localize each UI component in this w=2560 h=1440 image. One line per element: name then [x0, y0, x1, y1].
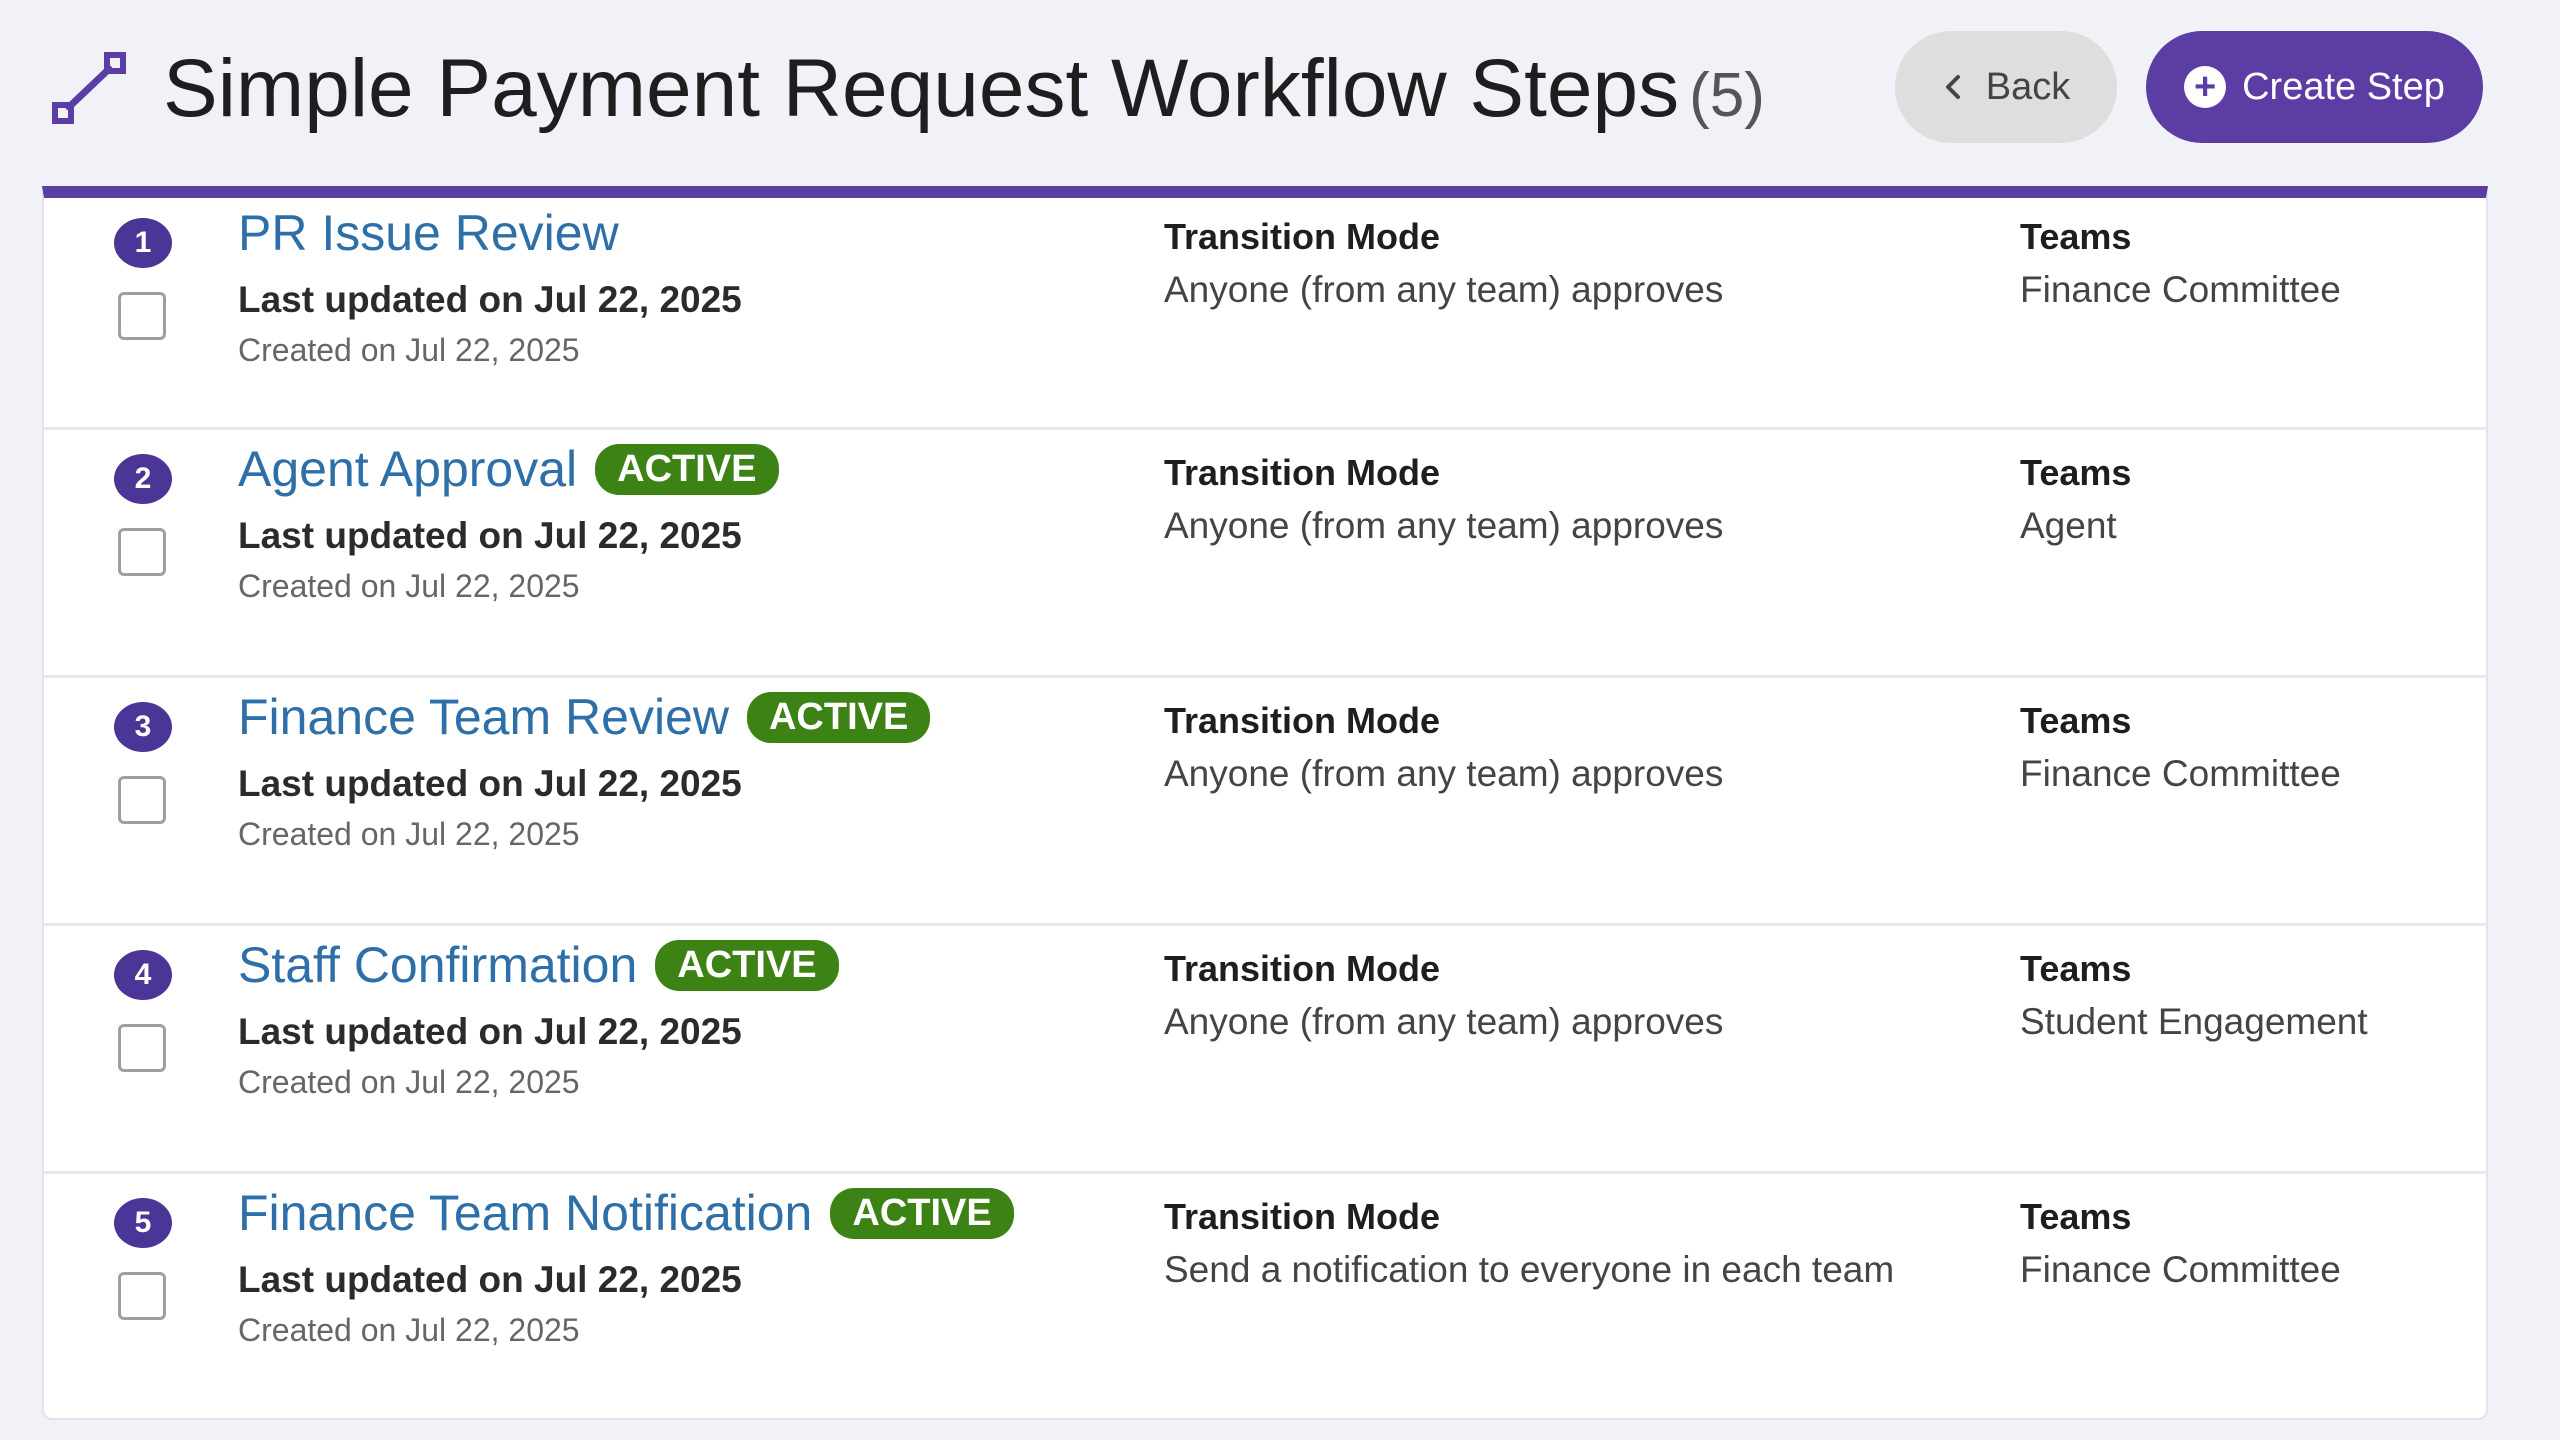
- back-button[interactable]: Back: [1895, 31, 2117, 143]
- teams-value: Finance Committee: [2020, 269, 2341, 310]
- teams-label: Teams: [2020, 948, 2132, 989]
- step-last-updated: Last updated on Jul 22, 2025: [238, 763, 742, 804]
- teams-label: Teams: [2020, 452, 2132, 493]
- step-checkbox[interactable]: [118, 776, 166, 824]
- teams-value: Student Engagement: [2020, 1001, 2368, 1042]
- teams-label: Teams: [2020, 700, 2132, 741]
- step-count: (5): [1689, 61, 1765, 130]
- page-title: Simple Payment Request Workflow Steps (5): [163, 42, 1765, 136]
- step-created: Created on Jul 22, 2025: [238, 568, 580, 604]
- back-button-label: Back: [1985, 65, 2071, 108]
- step-number-badge: 3: [114, 702, 172, 752]
- step-last-updated: Last updated on Jul 22, 2025: [238, 1259, 742, 1300]
- step-last-updated: Last updated on Jul 22, 2025: [238, 279, 742, 320]
- teams-value: Finance Committee: [2020, 1249, 2341, 1290]
- step-name-link[interactable]: Staff Confirmation: [238, 936, 637, 994]
- step-last-updated: Last updated on Jul 22, 2025: [238, 515, 742, 556]
- step-name-link[interactable]: Finance Team Notification: [238, 1184, 812, 1242]
- status-badge: ACTIVE: [595, 443, 779, 495]
- step-number-badge: 1: [114, 218, 172, 268]
- workflow-connector-icon: [52, 52, 126, 124]
- step-number-badge: 2: [114, 454, 172, 504]
- status-badge: ACTIVE: [655, 939, 839, 991]
- status-badge: ACTIVE: [746, 691, 931, 743]
- step-created: Created on Jul 22, 2025: [238, 1064, 580, 1100]
- page-header: Simple Payment Request Workflow Steps (5)…: [0, 0, 2560, 190]
- step-checkbox[interactable]: [118, 528, 166, 576]
- step-title-line: Finance Team Notification ACTIVE: [238, 1184, 1014, 1242]
- transition-mode-label: Transition Mode: [1164, 216, 1441, 257]
- step-name-link[interactable]: Finance Team Review: [238, 688, 729, 746]
- status-badge: ACTIVE: [830, 1187, 1014, 1239]
- step-created: Created on Jul 22, 2025: [238, 816, 580, 852]
- step-name-link[interactable]: PR Issue Review: [238, 204, 619, 262]
- chevron-left-icon: [1945, 75, 1960, 99]
- step-row: 5 Finance Team Notification ACTIVE Last …: [44, 1174, 2486, 1418]
- step-checkbox[interactable]: [118, 1024, 166, 1072]
- step-checkbox[interactable]: [118, 292, 166, 340]
- transition-mode-label: Transition Mode: [1164, 700, 1441, 741]
- transition-mode-value: Anyone (from any team) approves: [1164, 753, 1724, 794]
- page-title-text: Simple Payment Request Workflow Steps: [163, 43, 1680, 134]
- teams-value: Agent: [2020, 505, 2117, 546]
- transition-mode-value: Anyone (from any team) approves: [1164, 269, 1724, 310]
- step-row: 4 Staff Confirmation ACTIVE Last updated…: [44, 926, 2486, 1174]
- step-title-line: Staff Confirmation ACTIVE: [238, 936, 839, 994]
- step-title-line: PR Issue Review: [238, 204, 619, 262]
- transition-mode-value: Anyone (from any team) approves: [1164, 1001, 1724, 1042]
- step-created: Created on Jul 22, 2025: [238, 1312, 580, 1348]
- step-row: 1 PR Issue Review Last updated on Jul 22…: [44, 198, 2486, 430]
- create-step-button[interactable]: + Create Step: [2146, 31, 2483, 143]
- teams-label: Teams: [2020, 216, 2132, 257]
- transition-mode-label: Transition Mode: [1164, 948, 1441, 989]
- step-title-line: Finance Team Review ACTIVE: [238, 688, 931, 746]
- workflow-steps-list: 1 PR Issue Review Last updated on Jul 22…: [42, 186, 2488, 1420]
- transition-mode-value: Send a notification to everyone in each …: [1164, 1249, 1895, 1290]
- step-title-line: Agent Approval ACTIVE: [238, 440, 779, 498]
- step-checkbox[interactable]: [118, 1272, 166, 1320]
- step-row: 2 Agent Approval ACTIVE Last updated on …: [44, 430, 2486, 678]
- teams-value: Finance Committee: [2020, 753, 2341, 794]
- step-last-updated: Last updated on Jul 22, 2025: [238, 1011, 742, 1052]
- create-step-button-label: Create Step: [2242, 65, 2445, 108]
- transition-mode-value: Anyone (from any team) approves: [1164, 505, 1724, 546]
- step-name-link[interactable]: Agent Approval: [238, 440, 577, 498]
- transition-mode-label: Transition Mode: [1164, 1196, 1441, 1237]
- teams-label: Teams: [2020, 1196, 2132, 1237]
- step-number-badge: 4: [114, 950, 172, 1000]
- transition-mode-label: Transition Mode: [1164, 452, 1441, 493]
- step-number-badge: 5: [114, 1198, 172, 1248]
- step-row: 3 Finance Team Review ACTIVE Last update…: [44, 678, 2486, 926]
- step-created: Created on Jul 22, 2025: [238, 332, 580, 368]
- plus-circle-icon: +: [2184, 66, 2227, 108]
